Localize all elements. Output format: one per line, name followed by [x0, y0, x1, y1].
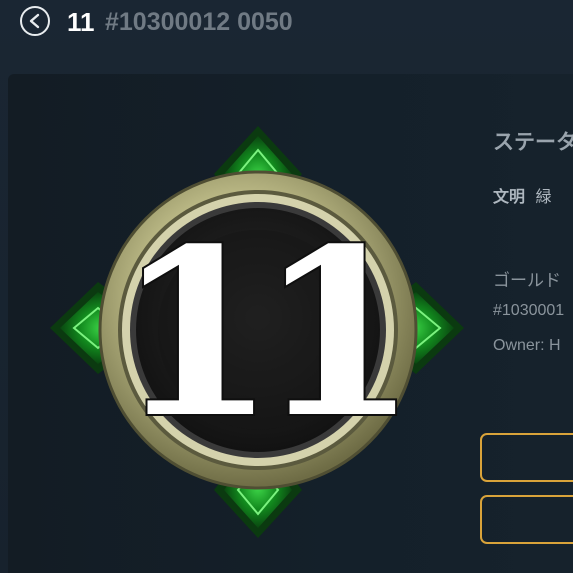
page-title-id: #10300012 0050 [105, 8, 293, 36]
chevron-left-icon [29, 13, 40, 29]
civilization-value: 緑 [535, 189, 552, 206]
top-bar: 11 #10300012 0050 [0, 0, 573, 48]
token-id: #1030001 [493, 302, 565, 319]
level-badge-image: 11 [50, 126, 464, 538]
back-button[interactable] [20, 6, 50, 36]
gold-label: ゴールド [493, 271, 561, 290]
status-heading: ステータ [493, 131, 573, 154]
owner-text: Owner: H [493, 337, 561, 354]
action-button-primary[interactable] [480, 433, 573, 482]
civilization-row: 文明 緑 [493, 183, 551, 207]
badge-number: 11 [116, 199, 400, 469]
page-title-number: 11 [67, 7, 95, 37]
civilization-label: 文明 [493, 189, 526, 206]
action-button-secondary[interactable] [480, 495, 573, 544]
